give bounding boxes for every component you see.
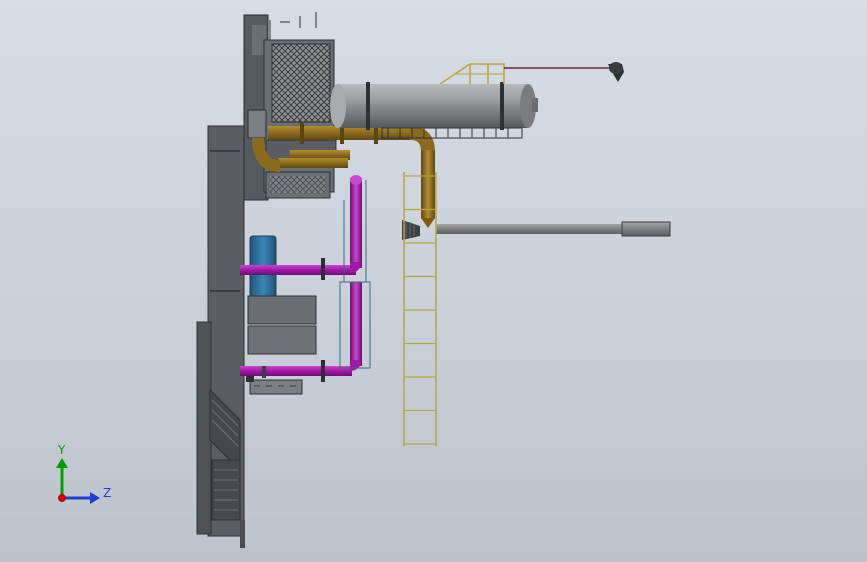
assembly-model-view[interactable]: Y Z [0,0,867,562]
long-discharge-pipe[interactable] [402,220,671,240]
equipment-boxes[interactable] [247,295,317,395]
triad-z-label: Z [103,486,111,500]
triad-y-label: Y [57,443,66,457]
furnace-body[interactable] [196,125,245,548]
top-platform-railing[interactable] [439,63,505,85]
instrument-line[interactable] [504,62,624,82]
cad-graphics-viewport[interactable]: Y Z [0,0,867,562]
burner-housing[interactable] [243,12,337,201]
view-orientation-triad-icon[interactable]: Y Z [56,443,111,504]
